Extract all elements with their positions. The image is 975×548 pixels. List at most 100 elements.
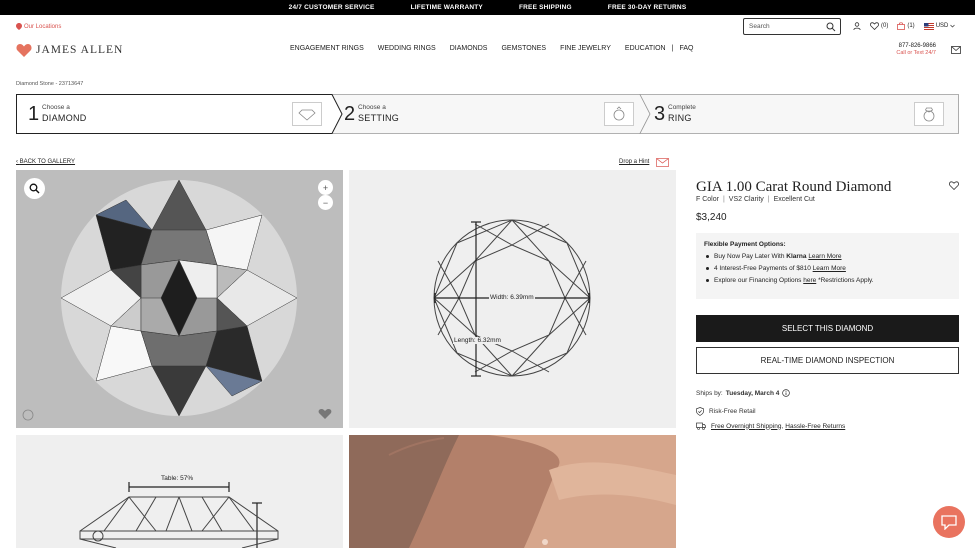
currency-label: USD [935,23,949,29]
zoom-button[interactable] [24,178,45,199]
wishlist-button[interactable]: (0) [870,22,888,30]
diamond-photo [60,179,298,417]
nav-divider: | [671,45,674,52]
wishlist-count: (0) [881,23,889,29]
promo-shipping: FREE SHIPPING [518,4,572,11]
product-title: GIA 1.00 Carat Round Diamond [696,179,892,195]
back-to-gallery-link[interactable]: ‹ BACK TO GALLERY [16,159,75,165]
spec-clarity: VS2 Clarity [728,196,764,203]
klarna-learn-more-link[interactable]: Learn More [808,253,841,260]
zoom-in-button[interactable]: + [318,180,333,195]
ships-by-label: Ships by: [696,389,723,397]
minus-icon: − [322,197,329,208]
product-specs: F Color | VS2 Clarity | Excellent Cut [696,196,815,203]
step-number: 3 [654,103,666,125]
payment-option-klarna: Buy Now Pay Later With Klarna Learn More [704,253,951,260]
product-price: $3,240 [696,212,727,223]
klarna-brand: Klarna [786,253,807,260]
select-this-diamond-button[interactable]: SELECT THIS DIAMOND [696,315,959,342]
payment-option-financing: Explore our Financing Options here *Rest… [704,277,951,284]
mail-icon[interactable] [951,46,961,54]
step-title: RING [668,113,692,123]
payment-options-box: Flexible Payment Options: Buy Now Pay La… [696,233,959,299]
shield-check-icon [696,407,704,416]
installments-text: 4 Interest-Free Payments of $810 [714,265,811,272]
chat-bubble-icon [941,514,957,530]
ships-by: Ships by: Tuesday, March 4 [696,389,791,397]
search-icon[interactable] [826,22,836,32]
shopping-bag-icon [897,22,906,30]
info-icon[interactable] [782,389,791,397]
heart-diamond-icon [318,409,332,419]
complete-ring-icon [923,107,935,122]
financing-text: Explore our Financing Options [714,277,802,284]
chat-button[interactable] [933,506,965,538]
hassle-free-returns-link[interactable]: Hassle-Free Returns [785,423,845,430]
step-caption: Complete [668,104,696,111]
zoom-out-button[interactable]: − [318,195,333,210]
header-icons: (0) (1) USD [853,22,956,30]
promo-customer-service: 24/7 CUSTOMER SERVICE [288,4,375,11]
phone-number: 877-826-9866 [898,43,936,49]
nav-faq[interactable]: FAQ [679,45,693,52]
step-choose-setting[interactable]: 2 Choose a SETTING [332,94,642,134]
financing-restrictions: *Restrictions Apply. [818,277,874,284]
back-label: BACK TO GALLERY [19,159,76,165]
diamond-on-hand-photo[interactable] [349,435,676,548]
nav-diamonds[interactable]: DIAMONDS [450,45,488,52]
payment-heading: Flexible Payment Options: [704,241,786,248]
search-placeholder: Search [749,23,770,30]
step-choose-diamond[interactable]: 1 Choose a DIAMOND [16,94,336,134]
gia-seal-icon [22,409,34,421]
free-shipping-returns: Free Overnight Shipping, Hassle-Free Ret… [696,422,845,430]
spec-divider: | [722,196,725,203]
wishlist-heart-icon[interactable] [949,181,959,190]
table-label: Table: 57% [161,475,194,482]
diamond-photo-viewer[interactable]: + − [16,170,343,428]
ring-builder-steps: 1 Choose a DIAMOND 2 Choose a SETTING 3 … [16,94,959,134]
step-caption: Choose a [42,104,70,111]
phone-contact[interactable]: 877-826-9866 Call or Text 24/7 [886,43,936,57]
nav-wedding-rings[interactable]: WEDDING RINGS [378,45,436,52]
phone-subtext: Call or Text 24/7 [896,50,936,56]
our-locations-label: Our Locations [24,23,62,30]
magnifier-icon [29,183,40,194]
search-input[interactable]: Search [743,18,841,35]
nav-education[interactable]: EDUCATION [625,45,666,52]
diamond-profile-diagram[interactable]: Table: 57% [16,435,343,548]
step-title: SETTING [358,113,400,123]
nav-gemstones[interactable]: GEMSTONES [501,45,546,52]
risk-free-label: Risk-Free Retail [709,408,756,415]
currency-selector[interactable]: USD [923,22,956,30]
step-number: 1 [28,103,40,125]
nav-engagement-rings[interactable]: ENGAGEMENT RINGS [290,45,364,52]
heart-logo-icon [16,44,32,57]
drop-a-hint-link[interactable]: Drop a Hint [619,159,649,165]
nav-fine-jewelry[interactable]: FINE JEWELRY [560,45,611,52]
real-time-inspection-button[interactable]: REAL-TIME DIAMOND INSPECTION [696,347,959,374]
us-flag-icon [923,22,934,30]
risk-free-retail: Risk-Free Retail [696,407,756,416]
klarna-text: Buy Now Pay Later With [714,253,785,260]
width-label: Width: 6.39mm [489,294,535,301]
financing-here-link[interactable]: here [803,277,816,284]
cart-button[interactable]: (1) [897,22,915,30]
diamond-dimensions-diagram[interactable]: Width: 6.39mm Length: 6.32mm [349,170,676,428]
logo[interactable]: JAMES ALLEN [16,43,123,57]
promo-bar: 24/7 CUSTOMER SERVICE LIFETIME WARRANTY … [0,0,975,15]
step-icon-box [914,102,944,126]
step-caption: Choose a [358,104,386,111]
envelope-heart-icon[interactable] [656,158,669,167]
site-header: Our Locations JAMES ALLEN Search (0) (1)… [0,15,975,70]
truck-icon [696,422,706,430]
diamond-outline-icon [298,109,316,121]
installments-learn-more-link[interactable]: Learn More [813,265,846,272]
free-overnight-shipping-link[interactable]: Free Overnight Shipping [711,423,781,430]
heart-icon [870,22,879,30]
account-button[interactable] [853,22,861,30]
our-locations-link[interactable]: Our Locations [16,23,61,30]
main-nav: ENGAGEMENT RINGS WEDDING RINGS DIAMONDS … [290,45,693,52]
step-icon-box [292,102,322,126]
step-complete-ring[interactable]: 3 Complete RING [642,94,959,134]
spec-divider: | [767,196,770,203]
